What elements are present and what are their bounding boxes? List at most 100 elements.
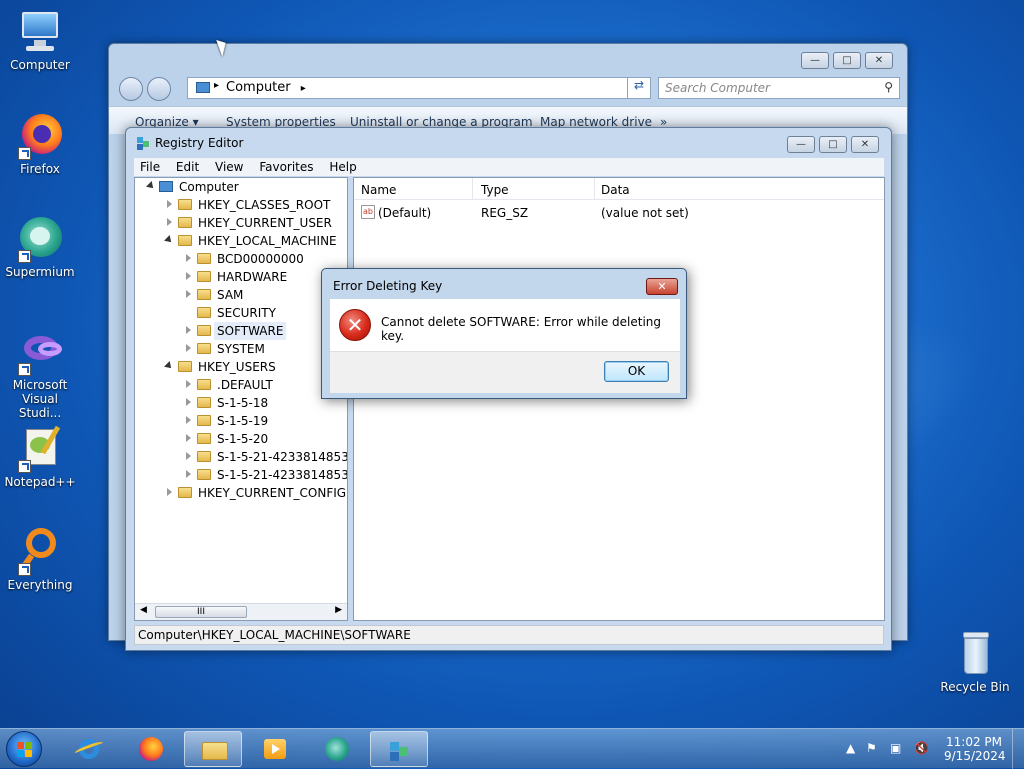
minimize-button[interactable]: — xyxy=(787,136,815,153)
desktop-icon-notepadpp[interactable]: Notepad++ xyxy=(0,425,80,489)
window-title: Registry Editor xyxy=(155,136,244,150)
tree-node-hkcc[interactable]: HKEY_CURRENT_CONFIG xyxy=(135,484,346,502)
taskbar-media-player[interactable] xyxy=(246,731,304,767)
expanded-arrow-icon[interactable] xyxy=(165,237,173,245)
menu-favorites[interactable]: Favorites xyxy=(259,160,313,174)
taskbar-explorer[interactable] xyxy=(184,731,242,767)
collapsed-arrow-icon[interactable] xyxy=(184,290,192,299)
tree-node-hku[interactable]: HKEY_USERS xyxy=(135,358,345,376)
taskbar-ie[interactable] xyxy=(60,731,118,767)
expanded-arrow-icon[interactable] xyxy=(165,363,173,371)
collapsed-arrow-icon[interactable] xyxy=(184,470,192,479)
tree-horizontal-scrollbar[interactable]: ◀ III ▶ xyxy=(135,603,347,620)
scroll-left-icon[interactable]: ◀ xyxy=(140,605,147,615)
tree-node-sam[interactable]: SAM xyxy=(135,286,345,304)
tree-node-hardware[interactable]: HARDWARE xyxy=(135,268,345,286)
scroll-thumb[interactable]: III xyxy=(155,606,247,618)
tree-node-s-1-5-19[interactable]: S-1-5-19 xyxy=(135,412,345,430)
menu-edit[interactable]: Edit xyxy=(176,160,199,174)
desktop-icon-recycle-bin[interactable]: Recycle Bin xyxy=(935,630,1015,694)
taskbar-regedit[interactable] xyxy=(370,731,428,767)
menu-view[interactable]: View xyxy=(215,160,243,174)
tree-node-computer[interactable]: Computer xyxy=(135,178,345,196)
error-dialog[interactable]: Error Deleting Key ✕ ✕ Cannot delete SOF… xyxy=(321,268,687,399)
show-desktop-button[interactable] xyxy=(1012,729,1024,769)
close-button[interactable]: ✕ xyxy=(851,136,879,153)
explorer-close-button[interactable]: ✕ xyxy=(865,52,893,69)
tree-label: S-1-5-18 xyxy=(217,396,269,410)
refresh-button[interactable]: ⇄ xyxy=(627,77,651,99)
column-type[interactable]: Type xyxy=(481,183,509,197)
tree-node-s-1-5-21-b[interactable]: S-1-5-21-4233814853-226 xyxy=(135,466,347,484)
tree-label: S-1-5-20 xyxy=(217,432,269,446)
tree-node-hklm[interactable]: HKEY_LOCAL_MACHINE xyxy=(135,232,345,250)
explorer-maximize-button[interactable]: □ xyxy=(833,52,861,69)
volume-muted-icon[interactable]: 🔇 xyxy=(914,741,929,755)
tree-node-software[interactable]: SOFTWARE xyxy=(135,322,345,340)
address-bar[interactable]: ▸ Computer ▸ ▾ xyxy=(187,77,651,99)
folder-icon xyxy=(201,738,228,762)
collapsed-arrow-icon[interactable] xyxy=(184,398,192,407)
tree-node-hkcr[interactable]: HKEY_CLASSES_ROOT xyxy=(135,196,345,214)
tree-label: HKEY_CURRENT_USER xyxy=(198,216,332,230)
collapsed-arrow-icon[interactable] xyxy=(165,200,173,209)
ok-button[interactable]: OK xyxy=(604,361,669,382)
tree-node-hkcu[interactable]: HKEY_CURRENT_USER xyxy=(135,214,345,232)
desktop-icon-computer[interactable]: Computer xyxy=(0,8,80,72)
tree-node-system[interactable]: SYSTEM xyxy=(135,340,345,358)
dialog-close-button[interactable]: ✕ xyxy=(646,278,678,295)
windows-logo-icon xyxy=(17,742,33,758)
action-center-flag-icon[interactable]: ⚑ xyxy=(866,741,877,755)
maximize-button[interactable]: □ xyxy=(819,136,847,153)
menu-help[interactable]: Help xyxy=(329,160,356,174)
desktop-icon-supermium[interactable]: Supermium xyxy=(0,215,80,279)
collapsed-arrow-icon[interactable] xyxy=(165,218,173,227)
desktop-icon-label: Notepad++ xyxy=(4,475,76,489)
shortcut-arrow-icon xyxy=(18,363,31,376)
column-divider[interactable] xyxy=(594,178,595,200)
breadcrumb-arrow-icon: ▸ xyxy=(300,83,306,94)
registry-tree[interactable]: Computer HKEY_CLASSES_ROOT HKEY_CURRENT_… xyxy=(134,177,348,621)
tree-node-s-1-5-20[interactable]: S-1-5-20 xyxy=(135,430,345,448)
string-value-icon: ab xyxy=(361,205,375,219)
collapsed-arrow-icon[interactable] xyxy=(184,434,192,443)
collapsed-arrow-icon[interactable] xyxy=(184,272,192,281)
dialog-footer: OK xyxy=(330,351,680,393)
expanded-arrow-icon[interactable] xyxy=(147,183,155,191)
folder-icon xyxy=(197,271,211,282)
collapsed-arrow-icon[interactable] xyxy=(184,326,192,335)
tree-node-security[interactable]: SECURITY xyxy=(135,304,345,322)
forward-button[interactable] xyxy=(147,77,171,101)
collapsed-arrow-icon[interactable] xyxy=(184,380,192,389)
start-button[interactable] xyxy=(6,731,42,767)
back-button[interactable] xyxy=(119,77,143,101)
desktop-icon-visual-studio[interactable]: Microsoft Visual Studi... xyxy=(0,328,80,420)
system-clock[interactable]: 11:02 PM 9/15/2024 xyxy=(944,735,1006,763)
desktop-icon-everything[interactable]: Everything xyxy=(0,528,80,592)
values-pane[interactable]: Name Type Data ab (Default) REG_SZ (valu… xyxy=(353,177,885,621)
collapsed-arrow-icon[interactable] xyxy=(184,416,192,425)
column-name[interactable]: Name xyxy=(361,183,396,197)
registry-editor-icon xyxy=(387,738,413,762)
tree-node-s-1-5-18[interactable]: S-1-5-18 xyxy=(135,394,345,412)
explorer-minimize-button[interactable]: — xyxy=(801,52,829,69)
column-data[interactable]: Data xyxy=(601,183,630,197)
menu-file[interactable]: File xyxy=(140,160,160,174)
tree-node-s-1-5-21-a[interactable]: S-1-5-21-4233814853-226 xyxy=(135,448,347,466)
search-input[interactable]: Search Computer ⚲ xyxy=(658,77,900,99)
desktop-icon-firefox[interactable]: Firefox xyxy=(0,112,80,176)
taskbar-firefox[interactable] xyxy=(122,731,180,767)
collapsed-arrow-icon[interactable] xyxy=(184,344,192,353)
collapsed-arrow-icon[interactable] xyxy=(184,452,192,461)
taskbar-supermium[interactable] xyxy=(308,731,366,767)
tree-node-default[interactable]: .DEFAULT xyxy=(135,376,345,394)
show-hidden-icons-icon[interactable]: ▲ xyxy=(846,741,855,755)
collapsed-arrow-icon[interactable] xyxy=(165,488,173,497)
desktop-icon-label: Supermium xyxy=(5,265,75,279)
tree-node-bcd[interactable]: BCD00000000 xyxy=(135,250,345,268)
column-divider[interactable] xyxy=(472,178,473,200)
network-icon[interactable]: ▣ xyxy=(890,741,901,755)
desktop-icon-label-line1: Microsoft xyxy=(12,378,68,392)
scroll-right-icon[interactable]: ▶ xyxy=(335,605,342,615)
collapsed-arrow-icon[interactable] xyxy=(184,254,192,263)
